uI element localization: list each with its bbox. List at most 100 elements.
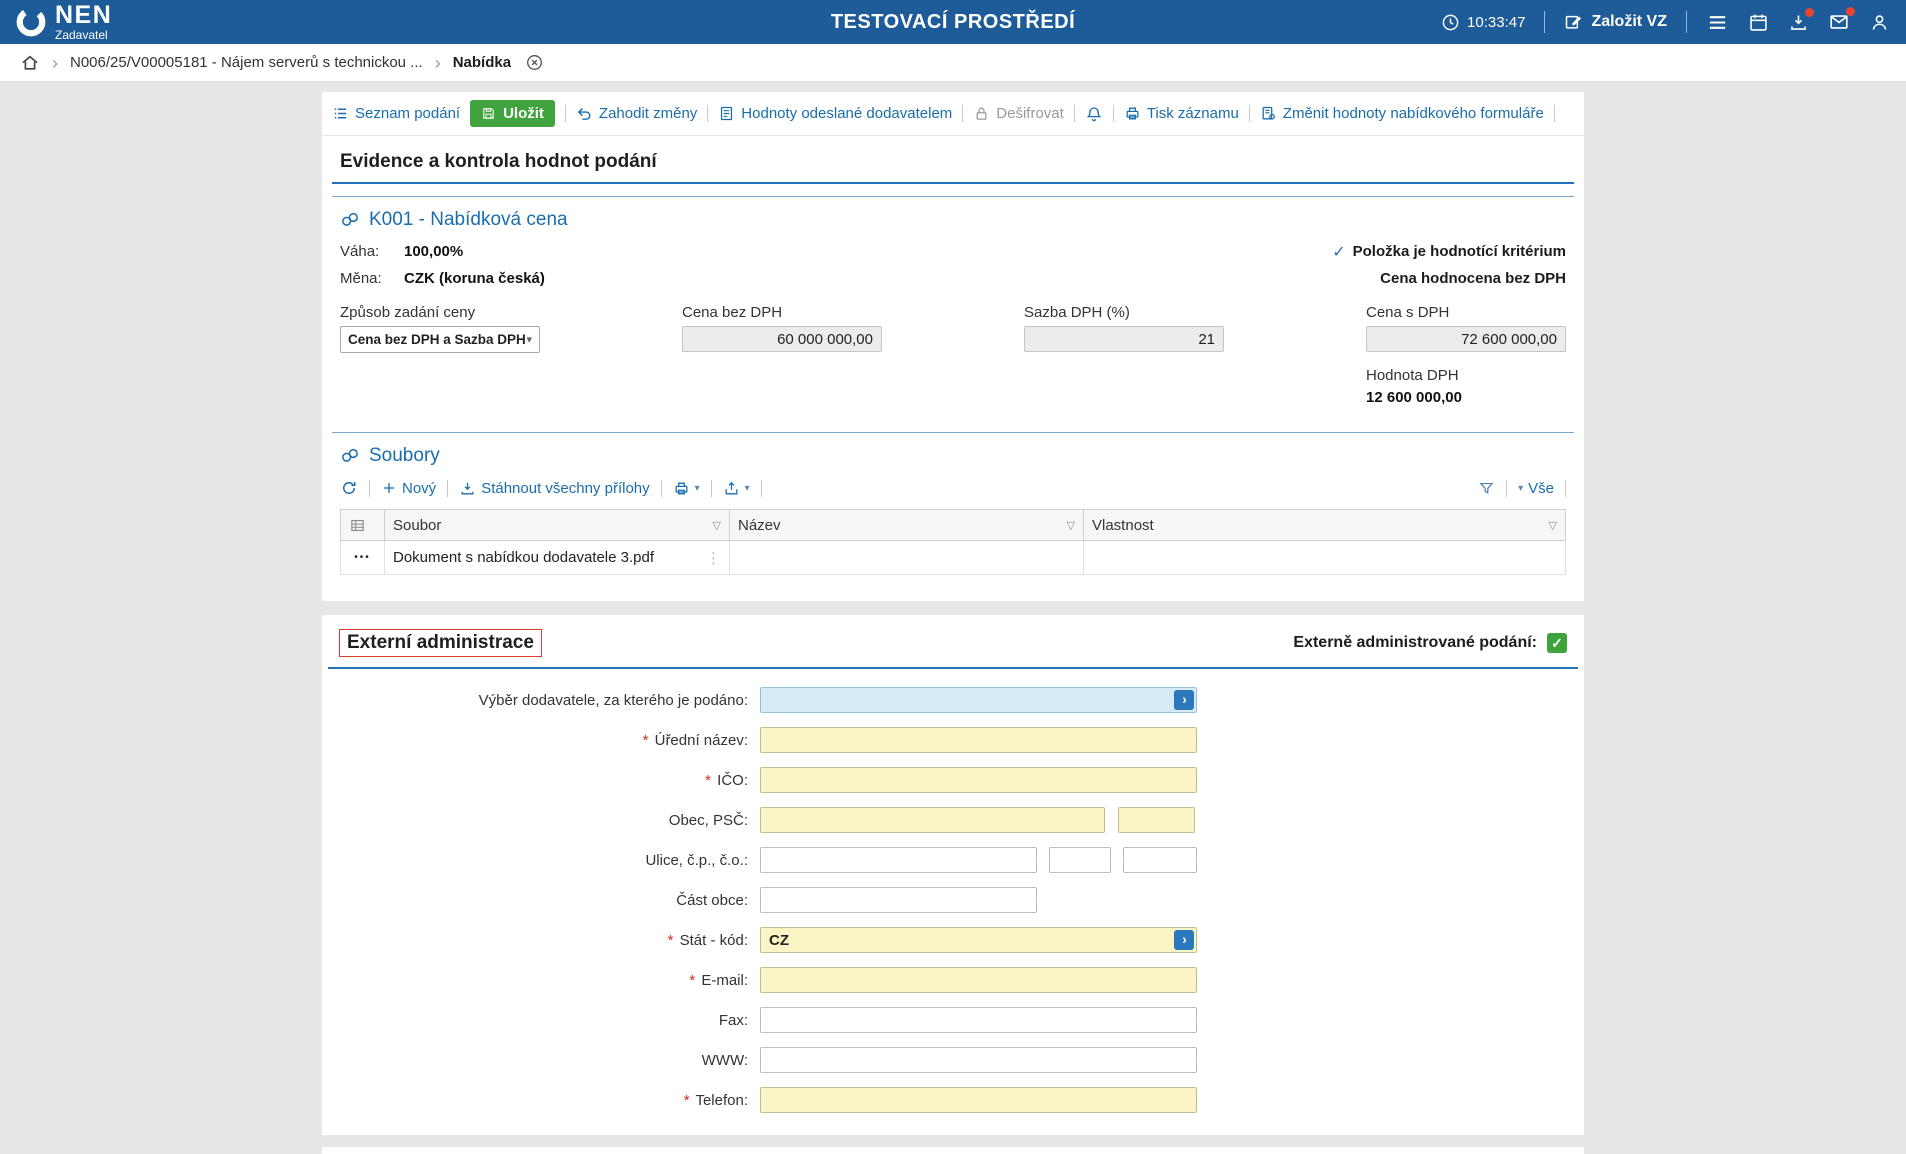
email-input[interactable] (760, 967, 1197, 993)
print-list-button[interactable]: ▾ (673, 480, 700, 497)
ico-input[interactable] (760, 767, 1197, 793)
view-all-button[interactable]: ▾ Vše (1518, 480, 1554, 497)
nen-logo-icon (16, 7, 46, 37)
column-header-nazev[interactable]: Název ▽ (730, 510, 1084, 541)
form-row-ico: * IČO: (322, 767, 1584, 793)
vat-rate-col: Sazba DPH (%) (1024, 304, 1366, 406)
orientation-number-input[interactable] (1123, 847, 1197, 873)
plus-icon (381, 480, 397, 496)
column-header-soubor[interactable]: Soubor ▽ (385, 510, 730, 541)
column-header-vlastnost[interactable]: Vlastnost ▽ (1084, 510, 1566, 541)
file-name: Dokument s nabídkou dodavatele 3.pdf (393, 549, 654, 566)
required-mark: * (684, 1092, 690, 1109)
select-column-header[interactable] (341, 510, 385, 541)
column-filter-icon[interactable]: ▽ (713, 519, 721, 532)
export-icon (723, 480, 740, 497)
fax-input[interactable] (760, 1007, 1197, 1033)
export-button[interactable]: ▾ (723, 480, 750, 497)
www-label: WWW: (322, 1052, 760, 1069)
row-menu-button[interactable]: ••• (341, 541, 385, 575)
www-input[interactable] (760, 1047, 1197, 1073)
files-section-icon (340, 446, 360, 466)
column-filter-icon[interactable]: ▽ (1067, 519, 1075, 532)
filter-button[interactable] (1478, 480, 1495, 497)
download-all-button[interactable]: Stáhnout všechny přílohy (459, 480, 649, 497)
create-vz-button[interactable]: Založit VZ (1564, 12, 1667, 32)
ext-admin-checkbox[interactable]: ✓ (1547, 633, 1567, 653)
list-icon (332, 105, 349, 122)
www-label-text: WWW: (702, 1052, 748, 1069)
zip-input[interactable] (1118, 807, 1195, 833)
panel-ext-admin: Externí administrace Externě administrov… (322, 615, 1584, 1135)
form-row-official-name: * Úřední název: (322, 727, 1584, 753)
save-label: Uložit (503, 105, 544, 122)
divider (369, 480, 370, 497)
phone-input[interactable] (760, 1087, 1197, 1113)
close-icon (525, 53, 544, 72)
vat-rate-input[interactable] (1024, 326, 1224, 352)
home-icon (20, 53, 40, 73)
print-record-label: Tisk záznamu (1147, 105, 1239, 122)
divider (565, 105, 566, 122)
discard-changes-button[interactable]: Zahodit změny (576, 105, 697, 122)
notifications-button[interactable] (1085, 105, 1103, 123)
save-icon (481, 106, 496, 121)
new-file-label: Nový (402, 480, 436, 497)
change-form-values-button[interactable]: Změnit hodnoty nabídkového formuláře (1260, 105, 1544, 122)
divider (1686, 11, 1687, 33)
new-file-button[interactable]: Nový (381, 480, 436, 497)
menu-button[interactable] (1706, 11, 1729, 34)
close-tab-button[interactable] (525, 53, 544, 72)
notification-badge (1846, 7, 1855, 16)
form-row-supplier: Výběr dodavatele, za kterého je podáno: … (322, 687, 1584, 713)
divider (707, 105, 708, 122)
files-heading: Soubory (332, 433, 1574, 474)
refresh-button[interactable] (340, 479, 358, 497)
required-mark: * (643, 732, 649, 749)
supplier-values-button[interactable]: Hodnoty odeslané dodavatelem (718, 105, 952, 122)
country-label: * Stát - kód: (322, 932, 760, 949)
breadcrumb-item-procurement[interactable]: N006/25/V00005181 - Nájem serverů s tech… (70, 54, 423, 71)
criterion-note-text: Položka je hodnotící kritérium (1353, 243, 1566, 260)
price-gross-input[interactable] (1366, 326, 1566, 352)
messages-button[interactable] (1828, 11, 1850, 33)
print-record-button[interactable]: Tisk záznamu (1124, 105, 1239, 122)
pencil-icon (1564, 12, 1584, 32)
criterion-note: ✓ Položka je hodnotící kritérium (1332, 242, 1566, 262)
save-button[interactable]: Uložit (470, 100, 555, 127)
divider (1249, 105, 1250, 122)
price-mode-value: Cena bez DPH a Sazba DPH (348, 332, 526, 347)
district-input[interactable] (760, 887, 1037, 913)
downloads-button[interactable] (1788, 12, 1809, 33)
cell-menu-icon[interactable]: ⋮ (706, 549, 721, 567)
app-screen: NEN Zadavatel TESTOVACÍ PROSTŘEDÍ 10:33:… (0, 0, 1906, 1154)
price-mode-select[interactable]: Cena bez DPH a Sazba DPH ▾ (340, 326, 540, 353)
supplier-picker-input[interactable] (760, 687, 1197, 713)
top-bar: NEN Zadavatel TESTOVACÍ PROSTŘEDÍ 10:33:… (0, 0, 1906, 44)
document-icon (718, 105, 735, 122)
price-net-input[interactable] (682, 326, 882, 352)
home-button[interactable] (20, 53, 40, 73)
file-row[interactable]: ••• Dokument s nabídkou dodavatele 3.pdf… (341, 541, 1566, 575)
divider (1074, 105, 1075, 122)
supplier-picker-field: › (760, 687, 1197, 713)
view-all-label: Vše (1528, 480, 1554, 497)
ext-admin-header: Externí administrace Externě administrov… (322, 615, 1584, 667)
seznam-podani-button[interactable]: Seznam podání (332, 105, 460, 122)
vat-amount-value: 12 600 000,00 (1366, 389, 1566, 406)
official-name-input[interactable] (760, 727, 1197, 753)
country-picker-open-button[interactable]: › (1174, 930, 1194, 950)
city-input[interactable] (760, 807, 1105, 833)
column-filter-icon[interactable]: ▽ (1549, 519, 1557, 532)
district-label: Část obce: (322, 892, 760, 909)
official-name-label: * Úřední název: (322, 732, 760, 749)
house-number-input[interactable] (1049, 847, 1111, 873)
country-input[interactable] (760, 927, 1197, 953)
brand-text: NEN Zadavatel (55, 3, 112, 41)
k001-heading: K001 - Nabídková cena (332, 197, 1574, 238)
profile-button[interactable] (1869, 12, 1890, 33)
supplier-picker-open-button[interactable]: › (1174, 690, 1194, 710)
nen-home-link[interactable]: NEN Zadavatel (16, 3, 112, 41)
calendar-button[interactable] (1748, 12, 1769, 33)
street-input[interactable] (760, 847, 1037, 873)
